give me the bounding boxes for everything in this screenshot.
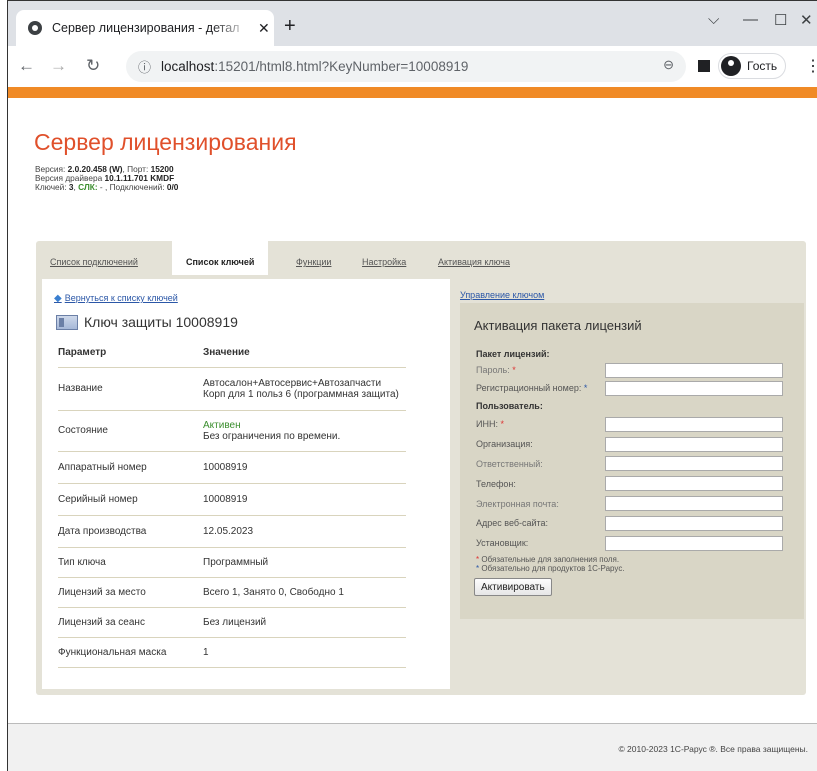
footer: © 2010-2023 1С-Рарус ®. Все права защище… <box>8 724 817 771</box>
col-param: Параметр <box>58 339 203 368</box>
tab-title: Сервер лицензирования - детал <box>52 21 240 35</box>
key-icon <box>56 314 78 330</box>
table-header: Параметр Значение <box>58 339 406 368</box>
address-toolbar: ← → ↻ ⓘ localhost:15201/html8.html?KeyNu… <box>8 46 817 87</box>
org-input[interactable] <box>605 437 783 452</box>
server-info: Версия: 2.0.20.458 (W), Порт: 15200 Верс… <box>35 164 179 192</box>
form-title: Активация пакета лицензий <box>474 318 642 333</box>
info-icon[interactable]: ⓘ <box>138 57 151 76</box>
nav-tabs: Список подключений Список ключей Функции… <box>36 233 806 279</box>
tab-close-icon[interactable]: ✕ <box>258 20 270 37</box>
table-row: Название Автосалон+Автосервис+Автозапчас… <box>58 367 406 411</box>
col-value: Значение <box>203 339 406 368</box>
globe-icon <box>28 21 42 35</box>
phone-label: Телефон: <box>476 479 516 489</box>
arrow-left-icon: ◆ <box>54 293 62 304</box>
responsible-input[interactable] <box>605 456 783 471</box>
section-package: Пакет лицензий: <box>476 349 550 359</box>
tab-connections[interactable]: Список подключений <box>50 257 138 267</box>
header-accent-bar <box>8 87 817 98</box>
reg-number-label: Регистрационный номер: * <box>476 383 588 393</box>
table-row: Тип ключа Программный <box>58 547 406 578</box>
maximize-icon[interactable]: ☐ <box>774 11 787 29</box>
side-panel-icon[interactable] <box>698 60 710 72</box>
minimize-icon[interactable]: — <box>743 11 758 28</box>
reload-icon[interactable]: ↻ <box>86 56 100 76</box>
menu-icon[interactable]: ⋮ <box>805 56 817 76</box>
table-row: Аппаратный номер 10008919 <box>58 451 406 484</box>
params-table: Параметр Значение Название Автосалон+Авт… <box>58 339 406 668</box>
zoom-icon[interactable]: ⊖ <box>663 57 674 73</box>
tab-functions[interactable]: Функции <box>296 257 331 267</box>
browser-tab[interactable]: Сервер лицензирования - детал ✕ <box>16 10 274 46</box>
tab-settings[interactable]: Настройка <box>362 257 406 267</box>
reg-number-input[interactable] <box>605 381 783 396</box>
website-label: Адрес веб-сайта: <box>476 518 549 528</box>
phone-input[interactable] <box>605 476 783 491</box>
inn-input[interactable] <box>605 417 783 432</box>
table-row: Серийный номер 10008919 <box>58 483 406 516</box>
activation-form: Активация пакета лицензий Пакет лицензий… <box>460 303 804 619</box>
key-heading: Ключ защиты 10008919 <box>56 314 238 330</box>
inn-label: ИНН: * <box>476 419 504 429</box>
copyright: © 2010-2023 1С-Рарус ®. Все права защище… <box>618 744 808 754</box>
table-row: Лицензий за место Всего 1, Занято 0, Своб… <box>58 577 406 608</box>
email-input[interactable] <box>605 496 783 511</box>
password-label: Пароль: * <box>476 365 516 375</box>
form-notes: * Обязательные для заполнения поля. * Об… <box>476 555 625 573</box>
manage-key-link[interactable]: Управление ключом <box>460 290 544 300</box>
status-badge: Активен <box>203 419 241 431</box>
forward-icon[interactable]: → <box>50 56 67 76</box>
tab-activation[interactable]: Активация ключа <box>438 257 510 267</box>
browser-window: Сервер лицензирования - детал ✕ + ⌵ — ☐ … <box>7 0 817 771</box>
profile-label: Гость <box>747 59 778 73</box>
close-window-icon[interactable]: ✕ <box>800 11 813 29</box>
url-text[interactable]: localhost:15201/html8.html?KeyNumber=100… <box>161 59 468 74</box>
main-panel: Список подключений Список ключей Функции… <box>36 233 806 695</box>
installer-label: Установщик: <box>476 538 529 548</box>
back-to-keys-link[interactable]: ◆ Вернуться к списку ключей <box>54 293 178 304</box>
tab-strip: Сервер лицензирования - детал ✕ + ⌵ — ☐ … <box>8 1 817 46</box>
page-title: Сервер лицензирования <box>34 129 297 155</box>
responsible-label: Ответственный: <box>476 459 543 469</box>
new-tab-button[interactable]: + <box>284 15 296 38</box>
installer-input[interactable] <box>605 536 783 551</box>
back-icon[interactable]: ← <box>18 56 35 76</box>
address-bar[interactable]: ⓘ localhost:15201/html8.html?KeyNumber=1… <box>126 51 686 82</box>
tab-search-icon[interactable]: ⌵ <box>708 11 719 28</box>
tab-keys[interactable]: Список ключей <box>172 233 269 275</box>
page-content: Сервер лицензирования Версия: 2.0.20.458… <box>8 98 817 771</box>
org-label: Организация: <box>476 439 533 449</box>
table-row: Функциональная маска 1 <box>58 637 406 668</box>
key-details: ◆ Вернуться к списку ключей Ключ защиты 1… <box>42 279 450 689</box>
activate-button[interactable]: Активировать <box>474 578 552 596</box>
table-row: Состояние Активен Без ограничения по врем… <box>58 410 406 452</box>
table-row: Лицензий за сеанс Без лицензий <box>58 607 406 638</box>
table-row: Дата производства 12.05.2023 <box>58 515 406 548</box>
section-user: Пользователь: <box>476 401 543 411</box>
website-input[interactable] <box>605 516 783 531</box>
password-input[interactable] <box>605 363 783 378</box>
profile-button[interactable]: Гость <box>718 53 787 79</box>
email-label: Электронная почта: <box>476 499 559 509</box>
avatar-icon <box>721 56 741 76</box>
